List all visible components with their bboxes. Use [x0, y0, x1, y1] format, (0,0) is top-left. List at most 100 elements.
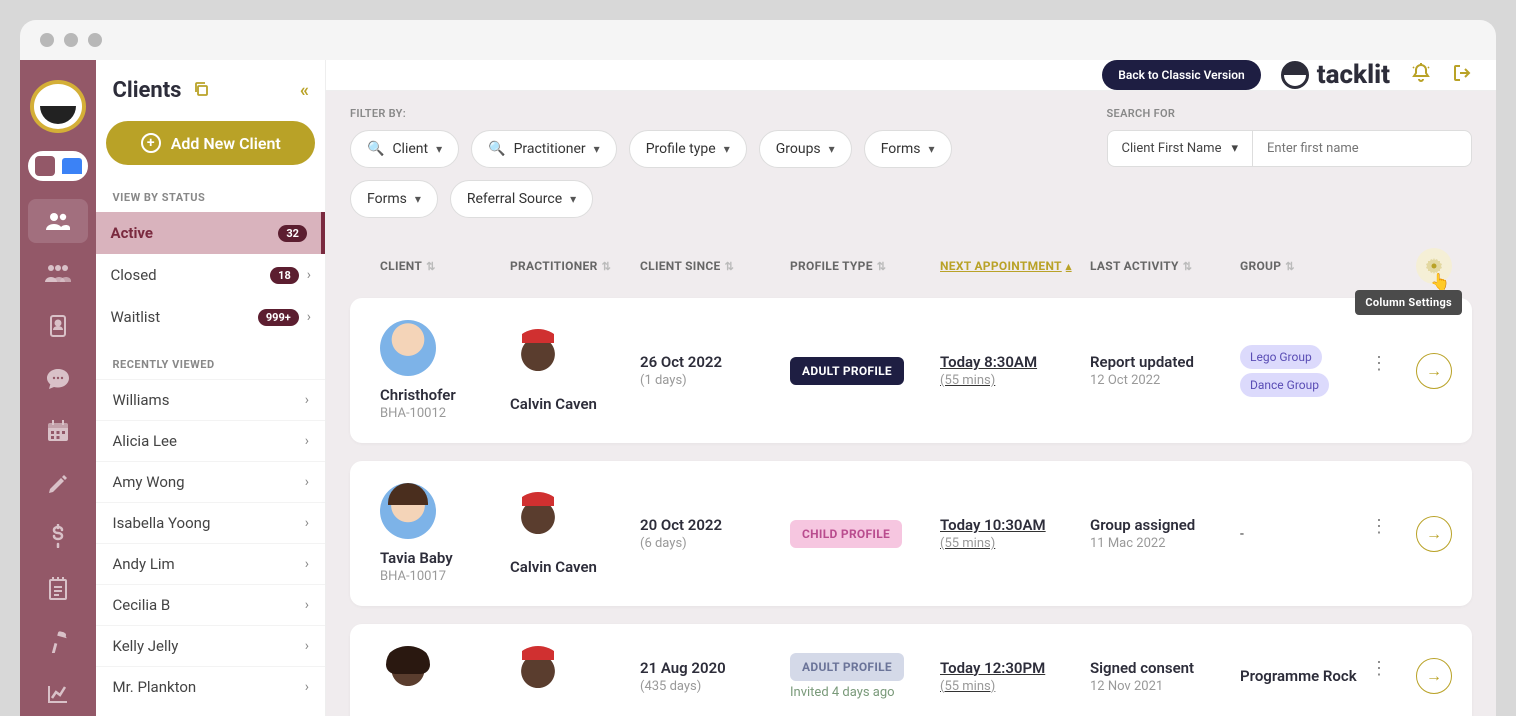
sort-icon: ⇅: [877, 260, 887, 273]
recently-viewed-label: RECENTLY VIEWED: [96, 350, 325, 379]
practitioner-name: Calvin Caven: [510, 558, 640, 576]
client-since-sub: (1 days): [640, 373, 790, 388]
recent-item[interactable]: Kelly Jelly›: [96, 625, 325, 666]
row-menu-icon[interactable]: ⋮: [1370, 658, 1388, 694]
add-new-client-button[interactable]: + Add New Client: [106, 121, 315, 165]
next-appointment: Today 10:30AM: [940, 516, 1090, 534]
sidebar-title: Clients: [112, 78, 181, 103]
last-activity-sub: 12 Oct 2022: [1090, 373, 1240, 388]
last-activity-sub: 12 Nov 2021: [1090, 679, 1240, 694]
notifications-icon[interactable]: [1410, 62, 1432, 89]
filter-practitioner-chip[interactable]: 🔍Practitioner▾: [471, 130, 617, 168]
col-practitioner[interactable]: PRACTITIONER⇅: [510, 259, 640, 273]
last-activity: Group assigned: [1090, 516, 1240, 534]
filter-profile-type-chip[interactable]: Profile type▾: [629, 130, 747, 168]
next-appointment: Today 12:30PM: [940, 659, 1090, 677]
collapse-sidebar-icon[interactable]: «: [300, 80, 309, 101]
table-row[interactable]: 21 Aug 2020 (435 days) ADULT PROFILE Inv…: [350, 624, 1472, 716]
row-menu-icon[interactable]: ⋮: [1370, 353, 1388, 389]
chevron-right-icon: ›: [305, 597, 309, 613]
filter-referral-chip[interactable]: Referral Source▾: [450, 180, 593, 218]
chevron-down-icon: ▾: [1231, 141, 1238, 156]
brand-logo: tacklit: [1281, 60, 1390, 90]
profile-type-badge: ADULT PROFILE: [790, 357, 904, 385]
last-activity: Report updated: [1090, 353, 1240, 371]
col-next-appointment[interactable]: NEXT APPOINTMENT▴: [940, 259, 1090, 273]
client-since: 26 Oct 2022: [640, 353, 790, 371]
recent-item[interactable]: Alicia Lee›: [96, 420, 325, 461]
row-menu-icon[interactable]: ⋮: [1370, 516, 1388, 552]
copy-icon[interactable]: [193, 81, 209, 101]
search-for-label: SEARCH FOR: [1107, 107, 1472, 120]
window-dot: [64, 33, 78, 47]
recent-item[interactable]: Williams›: [96, 379, 325, 420]
recent-name: Mr. Plankton: [112, 678, 196, 696]
next-appointment-sub: (55 mins): [940, 679, 1090, 694]
chip-label: Profile type: [646, 141, 716, 157]
status-active[interactable]: Active 32: [96, 212, 325, 254]
nav-edit-icon[interactable]: [28, 461, 88, 506]
chevron-right-icon: ›: [305, 556, 309, 572]
clients-sidebar: Clients « + Add New Client VIEW BY STATU…: [96, 60, 326, 716]
col-client[interactable]: CLIENT⇅: [380, 259, 510, 273]
nav-calendar-icon[interactable]: [28, 409, 88, 454]
recent-name: Williams: [112, 391, 169, 409]
row-open-button[interactable]: →: [1416, 516, 1452, 552]
add-client-label: Add New Client: [171, 134, 281, 153]
status-waitlist[interactable]: Waitlist 999+ ›: [96, 296, 325, 338]
client-since-sub: (6 days): [640, 536, 790, 551]
col-client-since[interactable]: CLIENT SINCE⇅: [640, 259, 790, 273]
chip-label: Practitioner: [514, 141, 586, 157]
nav-settings-icon[interactable]: [28, 619, 88, 664]
chevron-right-icon: ›: [305, 474, 309, 490]
col-profile-type[interactable]: PROFILE TYPE⇅: [790, 259, 940, 273]
nav-groups-icon[interactable]: [28, 251, 88, 296]
logout-icon[interactable]: [1452, 63, 1472, 88]
filter-client-chip[interactable]: 🔍Client▾: [350, 130, 459, 168]
cursor-icon: 👆: [1430, 272, 1450, 291]
recent-item[interactable]: Andy Lim›: [96, 543, 325, 584]
client-since-sub: (435 days): [640, 679, 790, 694]
filter-forms-chip[interactable]: Forms▾: [864, 130, 952, 168]
filter-forms-chip[interactable]: Forms▾: [350, 180, 438, 218]
table-row[interactable]: Tavia Baby BHA-10017 Calvin Caven 20 Oct…: [350, 461, 1472, 606]
search-field-select[interactable]: Client First Name ▾: [1107, 130, 1252, 167]
recent-item[interactable]: Isabella Yoong›: [96, 502, 325, 543]
recent-item[interactable]: Cecilia B ›: [96, 584, 325, 625]
nav-analytics-icon[interactable]: [28, 671, 88, 716]
status-closed[interactable]: Closed 18 ›: [96, 254, 325, 296]
table-row[interactable]: Christhofer BHA-10012 Calvin Caven 26 Oc…: [350, 298, 1472, 443]
row-open-button[interactable]: →: [1416, 658, 1452, 694]
next-appointment-sub: (55 mins): [940, 536, 1090, 551]
status-label: Active: [110, 224, 153, 242]
nav-chat-icon[interactable]: [28, 356, 88, 401]
back-to-classic-button[interactable]: Back to Classic Version: [1102, 60, 1261, 90]
nav-notes-icon[interactable]: [28, 566, 88, 611]
col-group[interactable]: GROUP⇅: [1240, 259, 1370, 273]
row-open-button[interactable]: →: [1416, 353, 1452, 389]
nav-billing-icon[interactable]: [28, 514, 88, 559]
recent-item[interactable]: Amy Wong›: [96, 461, 325, 502]
col-last-activity[interactable]: LAST ACTIVITY⇅: [1090, 259, 1240, 273]
client-name: Tavia Baby: [380, 549, 510, 567]
group-text: Programme Rock: [1240, 667, 1370, 685]
group-text: -: [1240, 526, 1244, 542]
filter-groups-chip[interactable]: Groups▾: [759, 130, 852, 168]
window-dot: [88, 33, 102, 47]
last-activity: Signed consent: [1090, 659, 1240, 677]
filter-by-label: FILTER BY:: [350, 107, 1030, 120]
topbar: Back to Classic Version tacklit: [326, 60, 1496, 91]
recent-item[interactable]: Mr. Plankton›: [96, 666, 325, 707]
nav-id-icon[interactable]: [28, 304, 88, 349]
chevron-down-icon: ▾: [829, 142, 835, 156]
nav-clients-icon[interactable]: [28, 199, 88, 244]
client-avatar: [380, 320, 436, 376]
user-avatar[interactable]: [30, 80, 86, 133]
search-input[interactable]: [1252, 130, 1472, 167]
group-pill: Lego Group: [1240, 345, 1322, 369]
recent-name: Cecilia B: [112, 596, 170, 614]
practitioner-avatar: [510, 492, 566, 548]
client-id: BHA-10017: [380, 569, 510, 584]
column-settings-button[interactable]: 👆 Column Settings: [1416, 248, 1452, 284]
workspace-toggle[interactable]: [28, 151, 88, 181]
